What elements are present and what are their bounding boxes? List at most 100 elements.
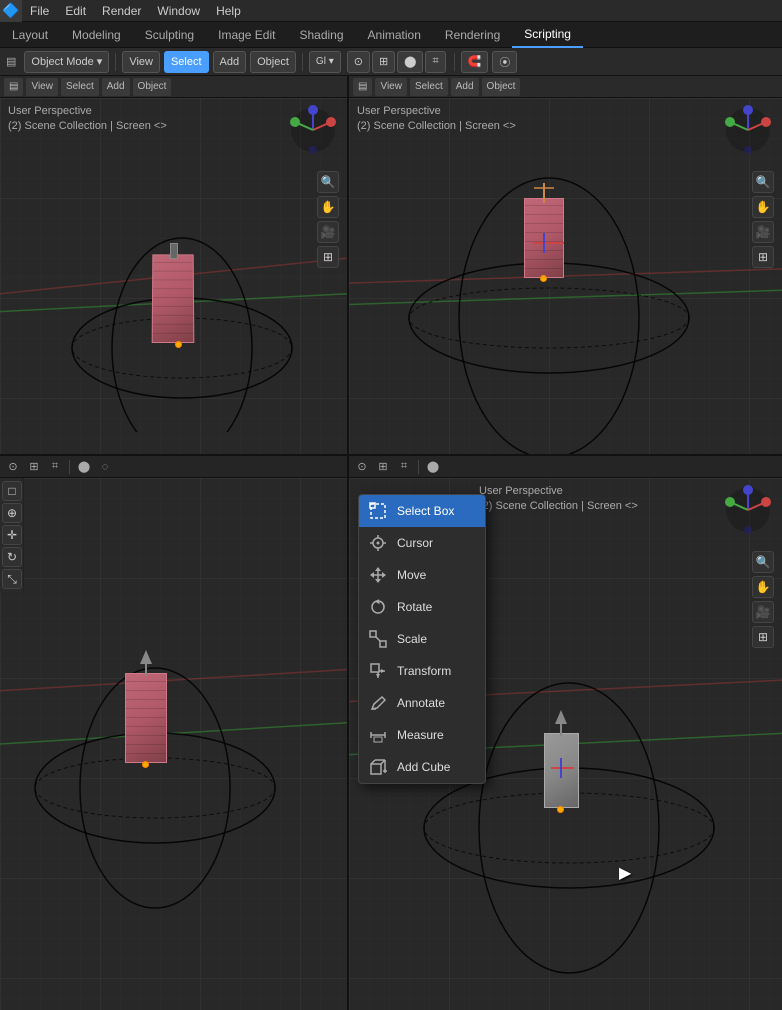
proportional-btn[interactable]: ⦿ [492,51,517,73]
vp-tr-select-btn[interactable]: Select [410,78,448,96]
vp-bl-icon4[interactable]: ⬤ [75,458,93,476]
toolbar-separator-2 [302,53,303,71]
vp-tl-pan-btn[interactable]: ✋ [317,196,339,218]
global-local-btn[interactable]: Gl ▾ [309,51,341,73]
rotate-icon [369,598,387,616]
viewport-shading-btn1[interactable]: ⊙ [347,51,370,73]
vp-br-header: ⊙ ⊞ ⌗ ⬤ [349,456,782,478]
vp-tl-zoom-btn[interactable]: 🔍 [317,171,339,193]
tab-rendering[interactable]: Rendering [433,22,512,48]
vp-bl-icon5[interactable]: ◌ [96,458,114,476]
viewport-shading-btn3[interactable]: ⬤ [397,51,423,73]
vp-tr-obj-btn[interactable]: Object [482,78,521,96]
vp-bl-tool-scale[interactable]: ⤡ [2,569,22,589]
vp-tr-add-btn[interactable]: Add [451,78,479,96]
vp-br-icon2[interactable]: ⊞ [374,458,392,476]
vp-tl-collection: (2) Scene Collection | Screen <> [8,119,167,134]
vp-tr-header: ▤ View Select Add Object [349,76,782,98]
vp-tr-view-btn[interactable]: View [375,78,407,96]
vp-br-pan-btn[interactable]: ✋ [752,576,774,598]
snap-btn[interactable]: 🧲 [461,51,489,73]
select-box-label: Select Box [397,504,454,518]
transform-icon [369,662,387,680]
vp-tl-add-btn[interactable]: Add [102,78,130,96]
tab-sculpting[interactable]: Sculpting [133,22,206,48]
dropdown-item-measure[interactable]: Measure [359,719,485,751]
menu-edit[interactable]: Edit [57,0,94,22]
vp-br-sep [418,460,419,474]
annotate-icon [369,694,387,712]
vp-tl-obj-btn[interactable]: Object [133,78,172,96]
dropdown-item-rotate[interactable]: Rotate [359,591,485,623]
vp-tr-nav: 🔍 ✋ 🎥 ⊞ [752,171,774,268]
vp-tr-mode-btn[interactable]: ▤ [353,78,372,96]
vp-tr-orbit-btn[interactable]: 🎥 [752,221,774,243]
main-viewport-area: ▤ View Select Add Object [0,76,782,1010]
vp-tl-view-btn[interactable]: View [26,78,58,96]
vp-br-persp-btn[interactable]: ⊞ [752,626,774,648]
vp-tl-select-btn[interactable]: Select [61,78,99,96]
tab-shading[interactable]: Shading [287,22,355,48]
vp-tr-persp-btn[interactable]: ⊞ [752,246,774,268]
tab-layout[interactable]: Layout [0,22,60,48]
viewport-top-left[interactable]: ▤ View Select Add Object [0,76,349,456]
menu-file[interactable]: File [22,0,57,22]
scale-icon [369,630,387,648]
vp-tl-orbit-btn[interactable]: 🎥 [317,221,339,243]
vp-tr-collection: (2) Scene Collection | Screen <> [357,119,516,134]
vp-bl-sep [69,460,70,474]
tab-modeling[interactable]: Modeling [60,22,133,48]
menu-window[interactable]: Window [149,0,208,22]
vp-br-icon3[interactable]: ⌗ [395,458,413,476]
select-box-icon [369,502,387,520]
tab-scripting[interactable]: Scripting [512,22,583,48]
vp-br-orbit-btn[interactable]: 🎥 [752,601,774,623]
add-menu-btn[interactable]: Add [213,51,247,73]
move-icon [369,566,387,584]
menu-help[interactable]: Help [208,0,249,22]
dropdown-item-cursor[interactable]: Cursor [359,527,485,559]
viewport-top-right[interactable]: ▤ View Select Add Object User Perspectiv… [349,76,782,456]
dropdown-item-annotate[interactable]: Annotate [359,687,485,719]
header-toolbar: ▤ Object Mode ▾ View Select Add Object G… [0,48,782,76]
add-cube-label: Add Cube [397,760,450,774]
viewport-shading-btn2[interactable]: ⊞ [372,51,395,73]
vp-tl-axes [287,104,339,156]
viewport-shading-btn4[interactable]: ⌗ [425,51,445,73]
vp-bl-tool-move[interactable]: ✛ [2,525,22,545]
vp-tl-nav: 🔍 ✋ 🎥 ⊞ [317,171,339,268]
tab-image-edit[interactable]: Image Edit [206,22,287,48]
tab-animation[interactable]: Animation [356,22,433,48]
tool-dropdown-menu: Select Box Cursor [358,494,486,784]
vp-bl-tool-select[interactable]: □ [2,481,22,501]
object-mode-dropdown[interactable]: Object Mode ▾ [24,51,109,73]
vp-tr-pan-btn[interactable]: ✋ [752,196,774,218]
blender-logo[interactable]: 🔷 [0,0,22,22]
viewport-bottom-left[interactable]: ⊙ ⊞ ⌗ ⬤ ◌ [0,456,349,1010]
vp-br-icon4[interactable]: ⬤ [424,458,442,476]
dropdown-item-transform[interactable]: Transform [359,655,485,687]
vp-bl-icon1[interactable]: ⊙ [4,458,22,476]
view-menu-btn[interactable]: View [122,51,160,73]
vp-tl-perspective: User Perspective [8,104,167,119]
menu-render[interactable]: Render [94,0,149,22]
object-menu-btn[interactable]: Object [250,51,296,73]
dropdown-item-move[interactable]: Move [359,559,485,591]
dropdown-item-select-box[interactable]: Select Box [359,495,485,527]
dropdown-item-scale[interactable]: Scale [359,623,485,655]
mode-icon: ▤ [6,55,16,68]
vp-bl-icon2[interactable]: ⊞ [25,458,43,476]
vp-bl-tool-rotate[interactable]: ↻ [2,547,22,567]
vp-tl-persp-btn[interactable]: ⊞ [317,246,339,268]
vp-bl-left-toolbar: □ ⊕ ✛ ↻ ⤡ [0,478,24,592]
vp-bl-icon3[interactable]: ⌗ [46,458,64,476]
vp-br-zoom-btn[interactable]: 🔍 [752,551,774,573]
vp-br-icon1[interactable]: ⊙ [353,458,371,476]
vp-br-label: User Perspective (2) Scene Collection | … [479,484,638,515]
vp-tl-mode-btn[interactable]: ▤ [4,78,23,96]
rotate-label: Rotate [397,600,432,614]
select-menu-btn[interactable]: Select [164,51,209,73]
vp-tr-zoom-btn[interactable]: 🔍 [752,171,774,193]
dropdown-item-add-cube[interactable]: Add Cube [359,751,485,783]
vp-bl-tool-cursor[interactable]: ⊕ [2,503,22,523]
